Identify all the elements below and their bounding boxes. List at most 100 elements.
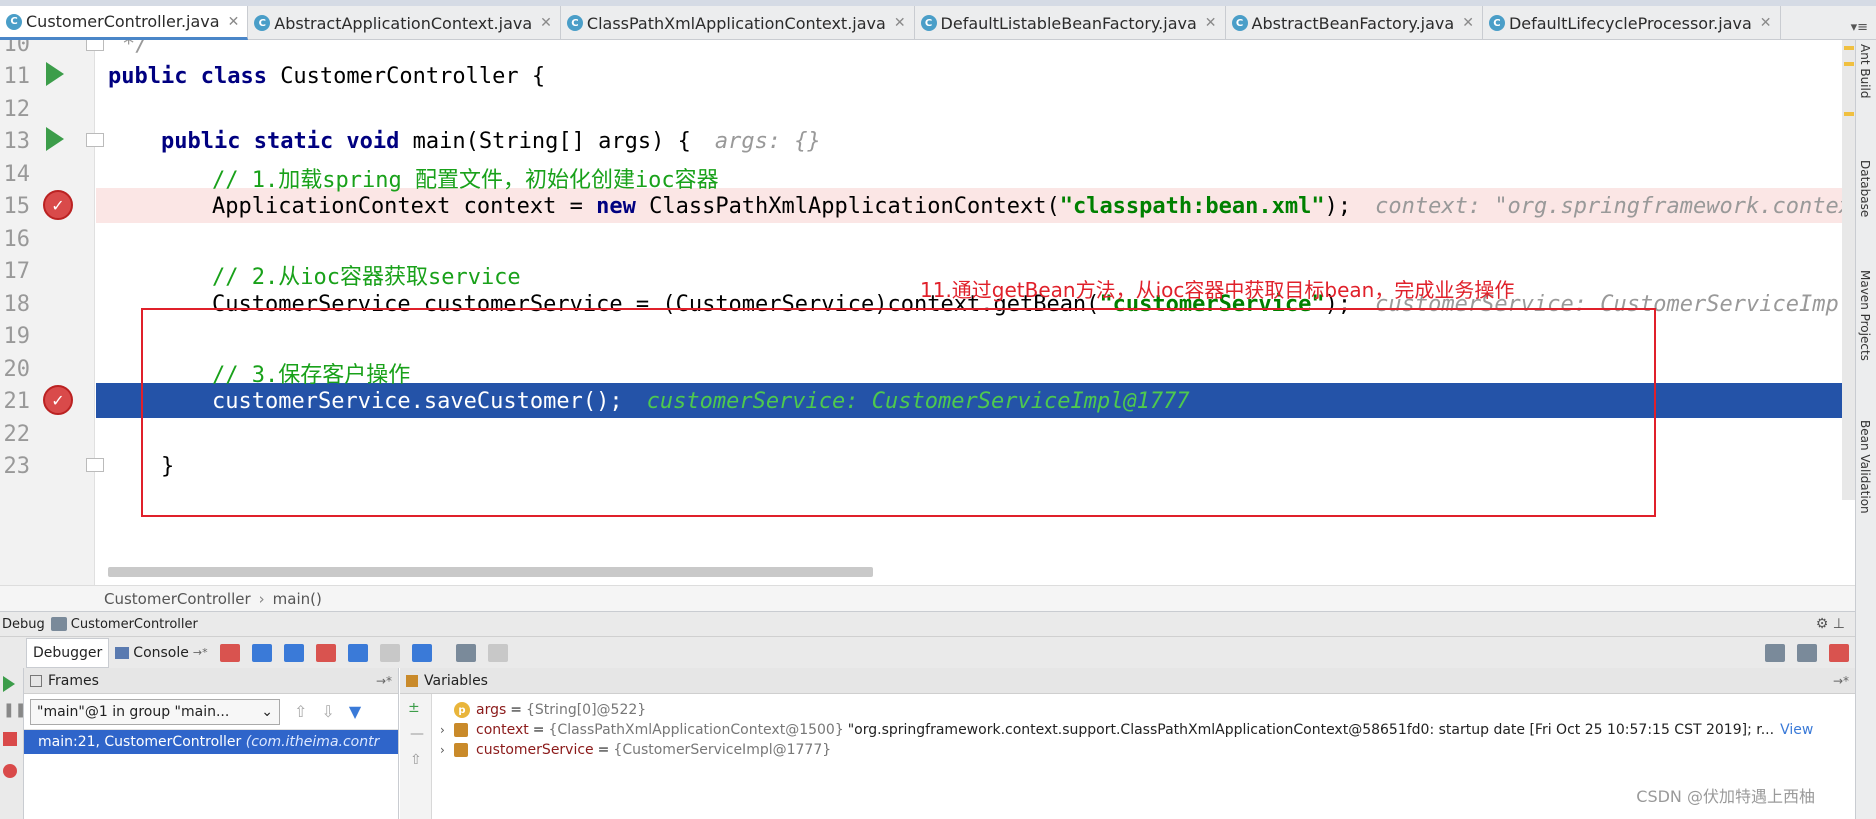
- line-number: 13: [3, 129, 31, 154]
- chevron-right-icon[interactable]: ›: [440, 743, 454, 757]
- keyword: public class: [108, 64, 281, 89]
- breadcrumb-method[interactable]: main(): [273, 590, 322, 608]
- run-config-icon: [50, 617, 67, 631]
- arrow-up-icon[interactable]: ⇧: [294, 702, 307, 721]
- thread-dropdown[interactable]: "main"@1 in group "main... ⌄: [30, 698, 280, 725]
- show-execution-point-icon[interactable]: [219, 643, 240, 662]
- editor-tab-bar: C CustomerController.java ✕ C AbstractAp…: [0, 6, 1876, 40]
- code-text: ApplicationContext context =: [212, 194, 597, 219]
- close-icon[interactable]: ✕: [540, 15, 552, 31]
- parameter-icon: p: [454, 702, 470, 718]
- code-editor[interactable]: 10 11 12 13 14 15 16 17 18 19 20 21 22 2…: [0, 40, 1855, 585]
- horizontal-scrollbar[interactable]: [108, 567, 873, 577]
- fold-icon[interactable]: [86, 40, 104, 51]
- line-number: 15: [3, 194, 31, 219]
- line-number: 16: [3, 227, 31, 252]
- evaluate-expression-icon[interactable]: [455, 643, 476, 662]
- restore-layout-icon[interactable]: [1765, 643, 1785, 662]
- close-icon[interactable]: ✕: [1462, 15, 1474, 31]
- close-icon[interactable]: ✕: [1205, 15, 1217, 31]
- close-icon[interactable]: ✕: [1760, 15, 1772, 31]
- keyword: new: [596, 194, 650, 219]
- close-icon[interactable]: ✕: [894, 15, 906, 31]
- tab-customer-controller[interactable]: C CustomerController.java ✕: [0, 6, 249, 40]
- variable-name: customerService: [476, 742, 594, 758]
- run-to-cursor-icon[interactable]: [411, 643, 432, 662]
- frame-item[interactable]: main:21, CustomerController (com.itheima…: [24, 730, 398, 754]
- remove-watch-icon[interactable]: —: [410, 726, 431, 742]
- pause-icon[interactable]: ❚❚: [3, 702, 26, 718]
- tab-console[interactable]: Console →*: [109, 638, 213, 668]
- step-over-icon[interactable]: [251, 643, 272, 662]
- tab-label: Console: [133, 644, 189, 661]
- variable-row[interactable]: › customerService = {CustomerServiceImpl…: [440, 738, 831, 762]
- fold-icon[interactable]: [86, 133, 104, 147]
- arrow-down-icon[interactable]: ⇩: [321, 702, 334, 721]
- step-into-icon[interactable]: [283, 643, 304, 662]
- code-line-15: ApplicationContext context = new ClassPa…: [212, 194, 1855, 219]
- warning-marker[interactable]: [1844, 46, 1854, 50]
- variables-panel: Variables →* ± — ⇧ p args = {String[0]@5…: [400, 668, 1855, 819]
- pin-icon[interactable]: →*: [1833, 674, 1849, 688]
- ant-build-tool-button[interactable]: Ant Build: [1858, 44, 1872, 98]
- maven-projects-tool-button[interactable]: Maven Projects: [1858, 270, 1872, 361]
- warning-marker[interactable]: [1844, 62, 1854, 66]
- code-line-11: public class CustomerController {: [108, 64, 545, 89]
- code-text: CustomerController {: [280, 64, 546, 89]
- gear-icon[interactable]: ⚙ ⊥: [1816, 616, 1845, 632]
- database-tool-button[interactable]: Database: [1858, 160, 1872, 217]
- step-out-icon[interactable]: [347, 643, 368, 662]
- debug-config-name[interactable]: CustomerController: [71, 617, 198, 632]
- view-link[interactable]: View: [1780, 722, 1813, 738]
- pin-icon[interactable]: →*: [376, 674, 392, 688]
- line-number: 20: [3, 357, 31, 382]
- run-icon[interactable]: [46, 62, 64, 86]
- tab-abstract-bean-factory[interactable]: C AbstractBeanFactory.java ✕: [1226, 6, 1483, 40]
- stop-icon[interactable]: [3, 732, 17, 746]
- close-icon[interactable]: ✕: [228, 14, 240, 30]
- variables-header: Variables →*: [400, 668, 1855, 694]
- breakpoint-icon[interactable]: ✓: [43, 385, 73, 415]
- debug-title: Debug: [2, 616, 45, 632]
- variables-icon: [406, 674, 418, 687]
- resume-icon[interactable]: [3, 676, 15, 692]
- variables-side-toolbar: ± — ⇧: [400, 694, 432, 819]
- force-step-into-icon[interactable]: [315, 643, 336, 662]
- warning-marker[interactable]: [1844, 112, 1854, 116]
- drop-frame-icon[interactable]: [379, 643, 400, 662]
- tab-abstract-application-context[interactable]: C AbstractApplicationContext.java ✕: [248, 6, 561, 40]
- tab-classpath-xml-application-context[interactable]: C ClassPathXmlApplicationContext.java ✕: [561, 6, 915, 40]
- breakpoint-icon[interactable]: ✓: [43, 190, 73, 220]
- bean-validation-tool-button[interactable]: Bean Validation: [1858, 420, 1872, 514]
- tab-list-menu-icon[interactable]: ▾≡: [1851, 20, 1868, 35]
- breadcrumb-class[interactable]: CustomerController: [104, 590, 251, 608]
- variable-value: "org.springframework.context.support.Cla…: [847, 722, 1775, 738]
- tab-default-listable-bean-factory[interactable]: C DefaultListableBeanFactory.java ✕: [915, 6, 1226, 40]
- tab-label: CustomerController.java: [26, 12, 220, 31]
- memory-icon[interactable]: [1797, 643, 1817, 662]
- thread-selector-row: "main"@1 in group "main... ⌄ ⇧ ⇩ ▼: [24, 694, 398, 730]
- tab-label: AbstractBeanFactory.java: [1251, 13, 1455, 33]
- overhead-icon[interactable]: [1829, 643, 1849, 662]
- frame-package: (com.itheima.contr: [245, 734, 380, 750]
- tab-debugger[interactable]: Debugger: [26, 637, 110, 668]
- tab-label: DefaultListableBeanFactory.java: [940, 13, 1197, 33]
- chevron-right-icon[interactable]: ›: [440, 723, 454, 737]
- arrow-up-icon[interactable]: ⇧: [410, 752, 431, 768]
- tab-default-lifecycle-processor[interactable]: C DefaultLifecycleProcessor.java ✕: [1483, 6, 1781, 40]
- equals-sign: =: [510, 702, 523, 718]
- view-breakpoints-icon[interactable]: [3, 764, 17, 778]
- fold-icon[interactable]: [86, 458, 104, 472]
- code-line-17: // 2.从ioc容器获取service: [212, 265, 521, 290]
- filter-icon[interactable]: ▼: [349, 702, 361, 721]
- field-icon: [454, 723, 468, 737]
- trace-icon[interactable]: [487, 643, 508, 662]
- code-text: );: [1324, 194, 1352, 219]
- line-number: 22: [3, 422, 31, 447]
- run-icon[interactable]: [46, 127, 64, 151]
- variable-type: {CustomerServiceImpl@1777}: [613, 742, 832, 758]
- debug-window-header: Debug CustomerController ⚙ ⊥: [0, 611, 1855, 636]
- chevron-right-icon: ›: [258, 589, 265, 608]
- new-watch-icon[interactable]: ±: [408, 700, 431, 716]
- vertical-scrollbar[interactable]: [1842, 40, 1855, 500]
